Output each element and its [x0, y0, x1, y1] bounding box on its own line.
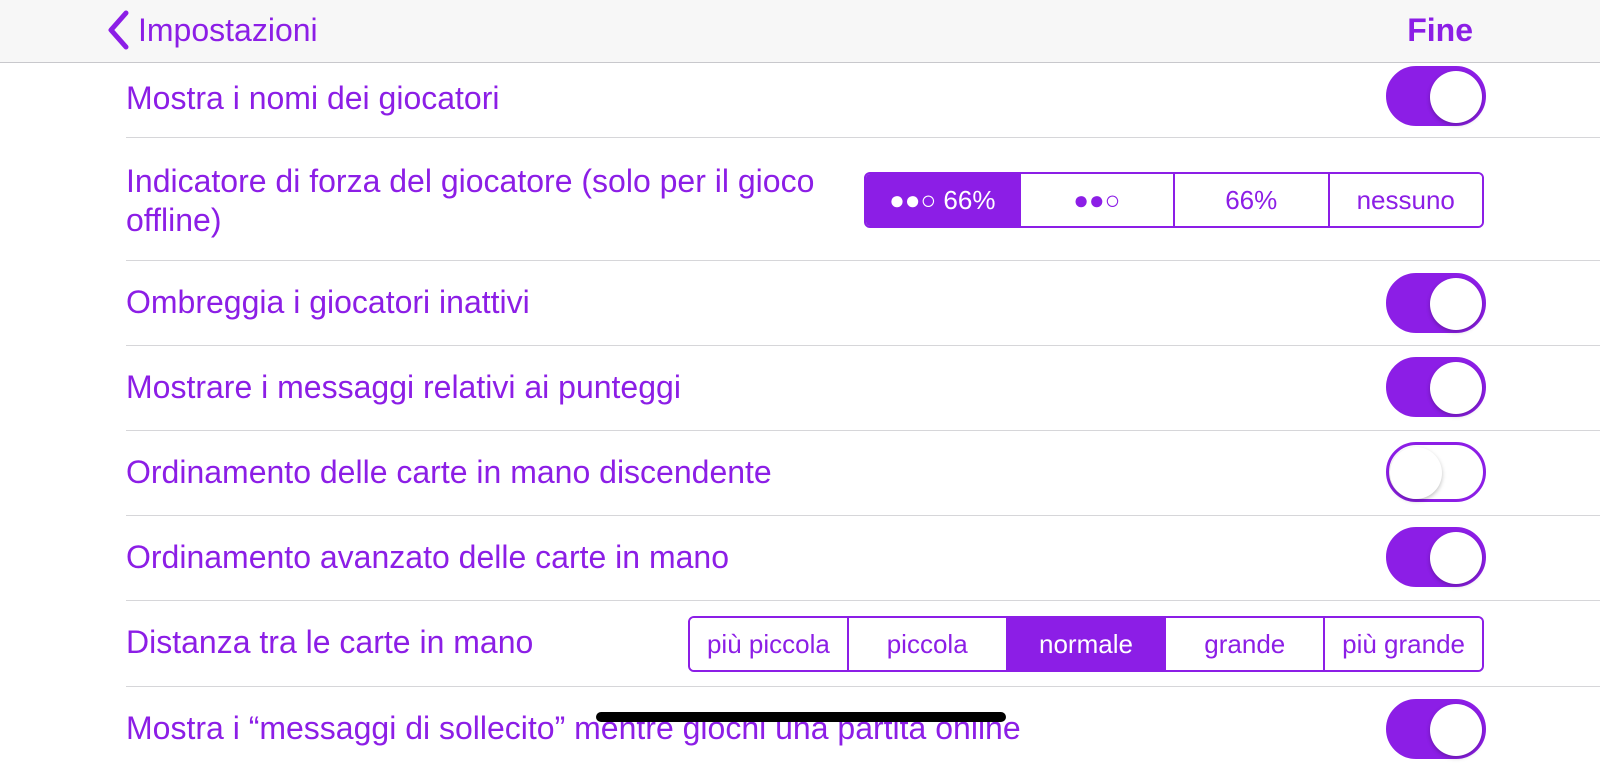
segment-small[interactable]: piccola [846, 618, 1006, 670]
setting-row-score-messages: Mostrare i messaggi relativi ai punteggi [126, 346, 1600, 431]
back-button-label: Impostazioni [138, 11, 318, 48]
segment-smallest[interactable]: più piccola [690, 618, 847, 670]
toggle-shade-inactive-players[interactable] [1386, 273, 1486, 333]
setting-label: Ordinamento delle carte in mano discende… [126, 454, 772, 490]
segmented-player-strength: ●●○ 66% ●●○ 66% nessuno [864, 172, 1484, 228]
chevron-left-icon [106, 10, 130, 50]
toggle-knob [1430, 278, 1482, 330]
toggle-show-player-names[interactable] [1386, 66, 1486, 126]
setting-row-show-player-names: Mostra i nomi dei giocatori [126, 63, 1600, 138]
toggle-score-messages[interactable] [1386, 357, 1486, 417]
segment-largest[interactable]: più grande [1323, 618, 1482, 670]
setting-row-nudge-messages: Mostra i “messaggi di sollecito” mentre … [126, 687, 1600, 772]
toggle-knob [1390, 447, 1442, 499]
setting-row-descending-sort: Ordinamento delle carte in mano discende… [126, 431, 1600, 516]
segmented-card-spacing: più piccola piccola normale grande più g… [688, 616, 1484, 672]
home-indicator[interactable] [596, 712, 1006, 722]
toggle-knob [1430, 71, 1482, 123]
segment-dots-and-percent[interactable]: ●●○ 66% [866, 174, 1019, 226]
segment-dots[interactable]: ●●○ [1018, 174, 1173, 226]
navigation-bar: Impostazioni Fine [0, 0, 1600, 63]
setting-label: Indicatore di forza del giocatore (solo … [126, 163, 815, 238]
back-button[interactable]: Impostazioni [106, 9, 318, 51]
setting-row-shade-inactive-players: Ombreggia i giocatori inattivi [126, 261, 1600, 346]
setting-label: Ombreggia i giocatori inattivi [126, 284, 530, 320]
toggle-knob [1430, 532, 1482, 584]
segment-percent[interactable]: 66% [1173, 174, 1328, 226]
toggle-advanced-sort[interactable] [1386, 527, 1486, 587]
segment-none[interactable]: nessuno [1327, 174, 1482, 226]
setting-label: Ordinamento avanzato delle carte in mano [126, 539, 730, 575]
setting-row-advanced-sort: Ordinamento avanzato delle carte in mano [126, 516, 1600, 601]
toggle-nudge-messages[interactable] [1386, 699, 1486, 759]
setting-label: Mostrare i messaggi relativi ai punteggi [126, 369, 681, 405]
segment-normal[interactable]: normale [1005, 618, 1165, 670]
setting-label: Mostra i nomi dei giocatori [126, 80, 500, 116]
toggle-knob [1430, 704, 1482, 756]
toggle-descending-sort[interactable] [1386, 442, 1486, 502]
done-button[interactable]: Fine [1407, 9, 1473, 51]
segment-large[interactable]: grande [1164, 618, 1324, 670]
setting-label: Distanza tra le carte in mano [126, 624, 534, 660]
setting-row-player-strength-indicator: Indicatore di forza del giocatore (solo … [126, 138, 1600, 261]
setting-row-card-spacing: Distanza tra le carte in mano più piccol… [126, 601, 1600, 687]
toggle-knob [1430, 362, 1482, 414]
